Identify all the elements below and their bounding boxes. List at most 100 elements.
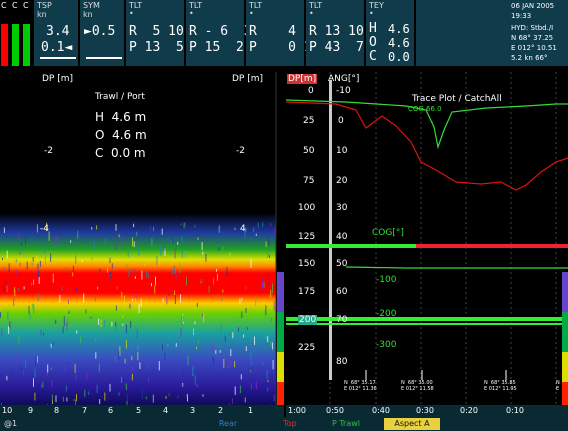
echo-speckle <box>230 349 232 357</box>
echo-speckle <box>265 241 267 248</box>
echo-speckle <box>174 290 175 295</box>
echo-speckle <box>96 384 98 393</box>
echo-speckle <box>115 244 117 250</box>
echo-speckle <box>183 222 185 229</box>
tab-rear[interactable]: Rear <box>210 418 246 430</box>
color-scale-right-purple <box>562 272 568 312</box>
echo-speckle <box>234 360 236 368</box>
time-tick-020: 0:20 <box>460 406 478 415</box>
echo-speckle <box>186 393 188 398</box>
sym-cell[interactable]: SYM kn ►0.5 <box>80 0 126 66</box>
echo-speckle <box>42 382 44 388</box>
tab-top[interactable]: Top <box>272 418 308 430</box>
echo-speckle <box>73 398 75 401</box>
echo-speckle <box>15 355 17 359</box>
tab-aspect-a[interactable]: Aspect A <box>384 418 440 430</box>
echo-speckle <box>194 375 196 386</box>
echo-speckle <box>128 268 130 277</box>
tsp-cell[interactable]: TSP kn 3.4 0.1◄ <box>34 0 80 66</box>
echo-speckle <box>136 328 138 339</box>
echo-speckle <box>175 273 177 279</box>
trace-plot-panel[interactable]: DP[m] ANG[°] Trace Plot / CatchAll COG 6… <box>286 72 568 417</box>
sym-underline <box>86 57 122 59</box>
echo-speckle <box>230 360 232 368</box>
ccc-label-3: C <box>23 1 29 10</box>
ang-tick-40: 40 <box>336 232 348 242</box>
tab-p-trawl[interactable]: P Trawl <box>322 418 370 430</box>
echogram-panel[interactable]: DP [m] DP [m] Trawl / Port H 4.6 m O 4.6… <box>0 72 284 417</box>
tlt-cell-1[interactable]: TLT • R 5 10 P 13 5 <box>126 0 186 66</box>
tlt-cell-2[interactable]: TLT • R - 6 3 P 15 2 <box>186 0 252 66</box>
ang-tick-10: 10 <box>336 146 348 156</box>
echo-speckle <box>132 366 134 372</box>
echo-speckle <box>52 342 54 347</box>
echo-speckle <box>193 363 195 370</box>
echo-speckle <box>86 373 88 379</box>
echo-speckle <box>181 383 183 388</box>
echo-speckle <box>169 301 171 308</box>
echo-speckle <box>255 233 257 236</box>
time-tick-030: 0:30 <box>416 406 434 415</box>
coord-label-4: N E <box>556 380 560 392</box>
echo-speckle <box>196 302 198 307</box>
echo-speckle <box>208 285 210 293</box>
depth-trace <box>286 101 568 191</box>
echo-speckle <box>245 285 247 290</box>
tlt-r-1: R 5 10 <box>129 24 184 39</box>
echo-speckle <box>162 298 164 303</box>
dp-label-left: DP [m] <box>42 74 74 84</box>
echo-speckle <box>270 223 272 226</box>
echo-speckle <box>241 311 243 318</box>
echo-speckle <box>72 272 74 277</box>
echo-speckle <box>76 287 78 292</box>
echo-speckle <box>257 222 259 228</box>
echo-speckle <box>215 350 217 354</box>
echo-speckle <box>262 361 264 365</box>
depth-tick-125: 125 <box>298 232 316 242</box>
echo-speckle <box>59 294 61 303</box>
echo-speckle <box>121 236 123 246</box>
echo-speckle <box>8 326 10 334</box>
echo-speckle <box>148 378 150 383</box>
echo-speckle <box>153 326 155 330</box>
echo-speckle <box>116 286 118 290</box>
echo-speckle <box>6 375 8 381</box>
echo-speckle <box>96 225 98 230</box>
tey-cell[interactable]: TEY • H O C 4.6 4.6 0.0 <box>366 0 416 66</box>
color-scale-right-red <box>562 382 568 407</box>
echo-speckle <box>88 391 90 395</box>
echo-speckle <box>38 252 40 256</box>
echo-speckle <box>239 385 241 394</box>
echo-speckle <box>19 251 21 255</box>
tlt-dot-3: • <box>249 9 254 18</box>
echo-speckle <box>91 257 93 261</box>
echo-speckle <box>213 277 214 285</box>
echo-speckle <box>131 298 133 301</box>
color-scale-green <box>277 312 284 352</box>
tlt-cell-4[interactable]: TLT • R 13 10 P 43 7 <box>306 0 366 66</box>
echo-speckle <box>26 261 28 270</box>
echo-speckle <box>93 241 95 249</box>
echo-speckle <box>1 328 3 337</box>
echo-speckle <box>138 304 140 314</box>
tlt-cell-3[interactable]: TLT • R 4 2 P 0 12 <box>246 0 319 66</box>
echo-speckle <box>133 268 135 274</box>
screen-id: @1 <box>4 419 18 428</box>
echo-speckle <box>246 327 248 330</box>
cog-band-bottom <box>286 317 568 321</box>
echo-speckle <box>37 292 39 302</box>
echo-speckle <box>250 351 252 361</box>
echo-speckle <box>165 396 167 399</box>
echo-speckle <box>18 334 20 344</box>
echo-speckle <box>152 394 154 403</box>
echo-speckle <box>3 227 5 233</box>
depth-mark-1: -2 <box>44 146 53 156</box>
echo-speckle <box>187 355 189 365</box>
echo-speckle <box>64 267 66 273</box>
trace-grid <box>329 72 557 407</box>
trace-plot-canvas[interactable] <box>286 72 568 417</box>
echo-speckle <box>164 353 166 360</box>
echo-speckle <box>222 246 224 252</box>
angle-scale-bar <box>329 80 332 380</box>
echo-speckle <box>122 315 124 319</box>
